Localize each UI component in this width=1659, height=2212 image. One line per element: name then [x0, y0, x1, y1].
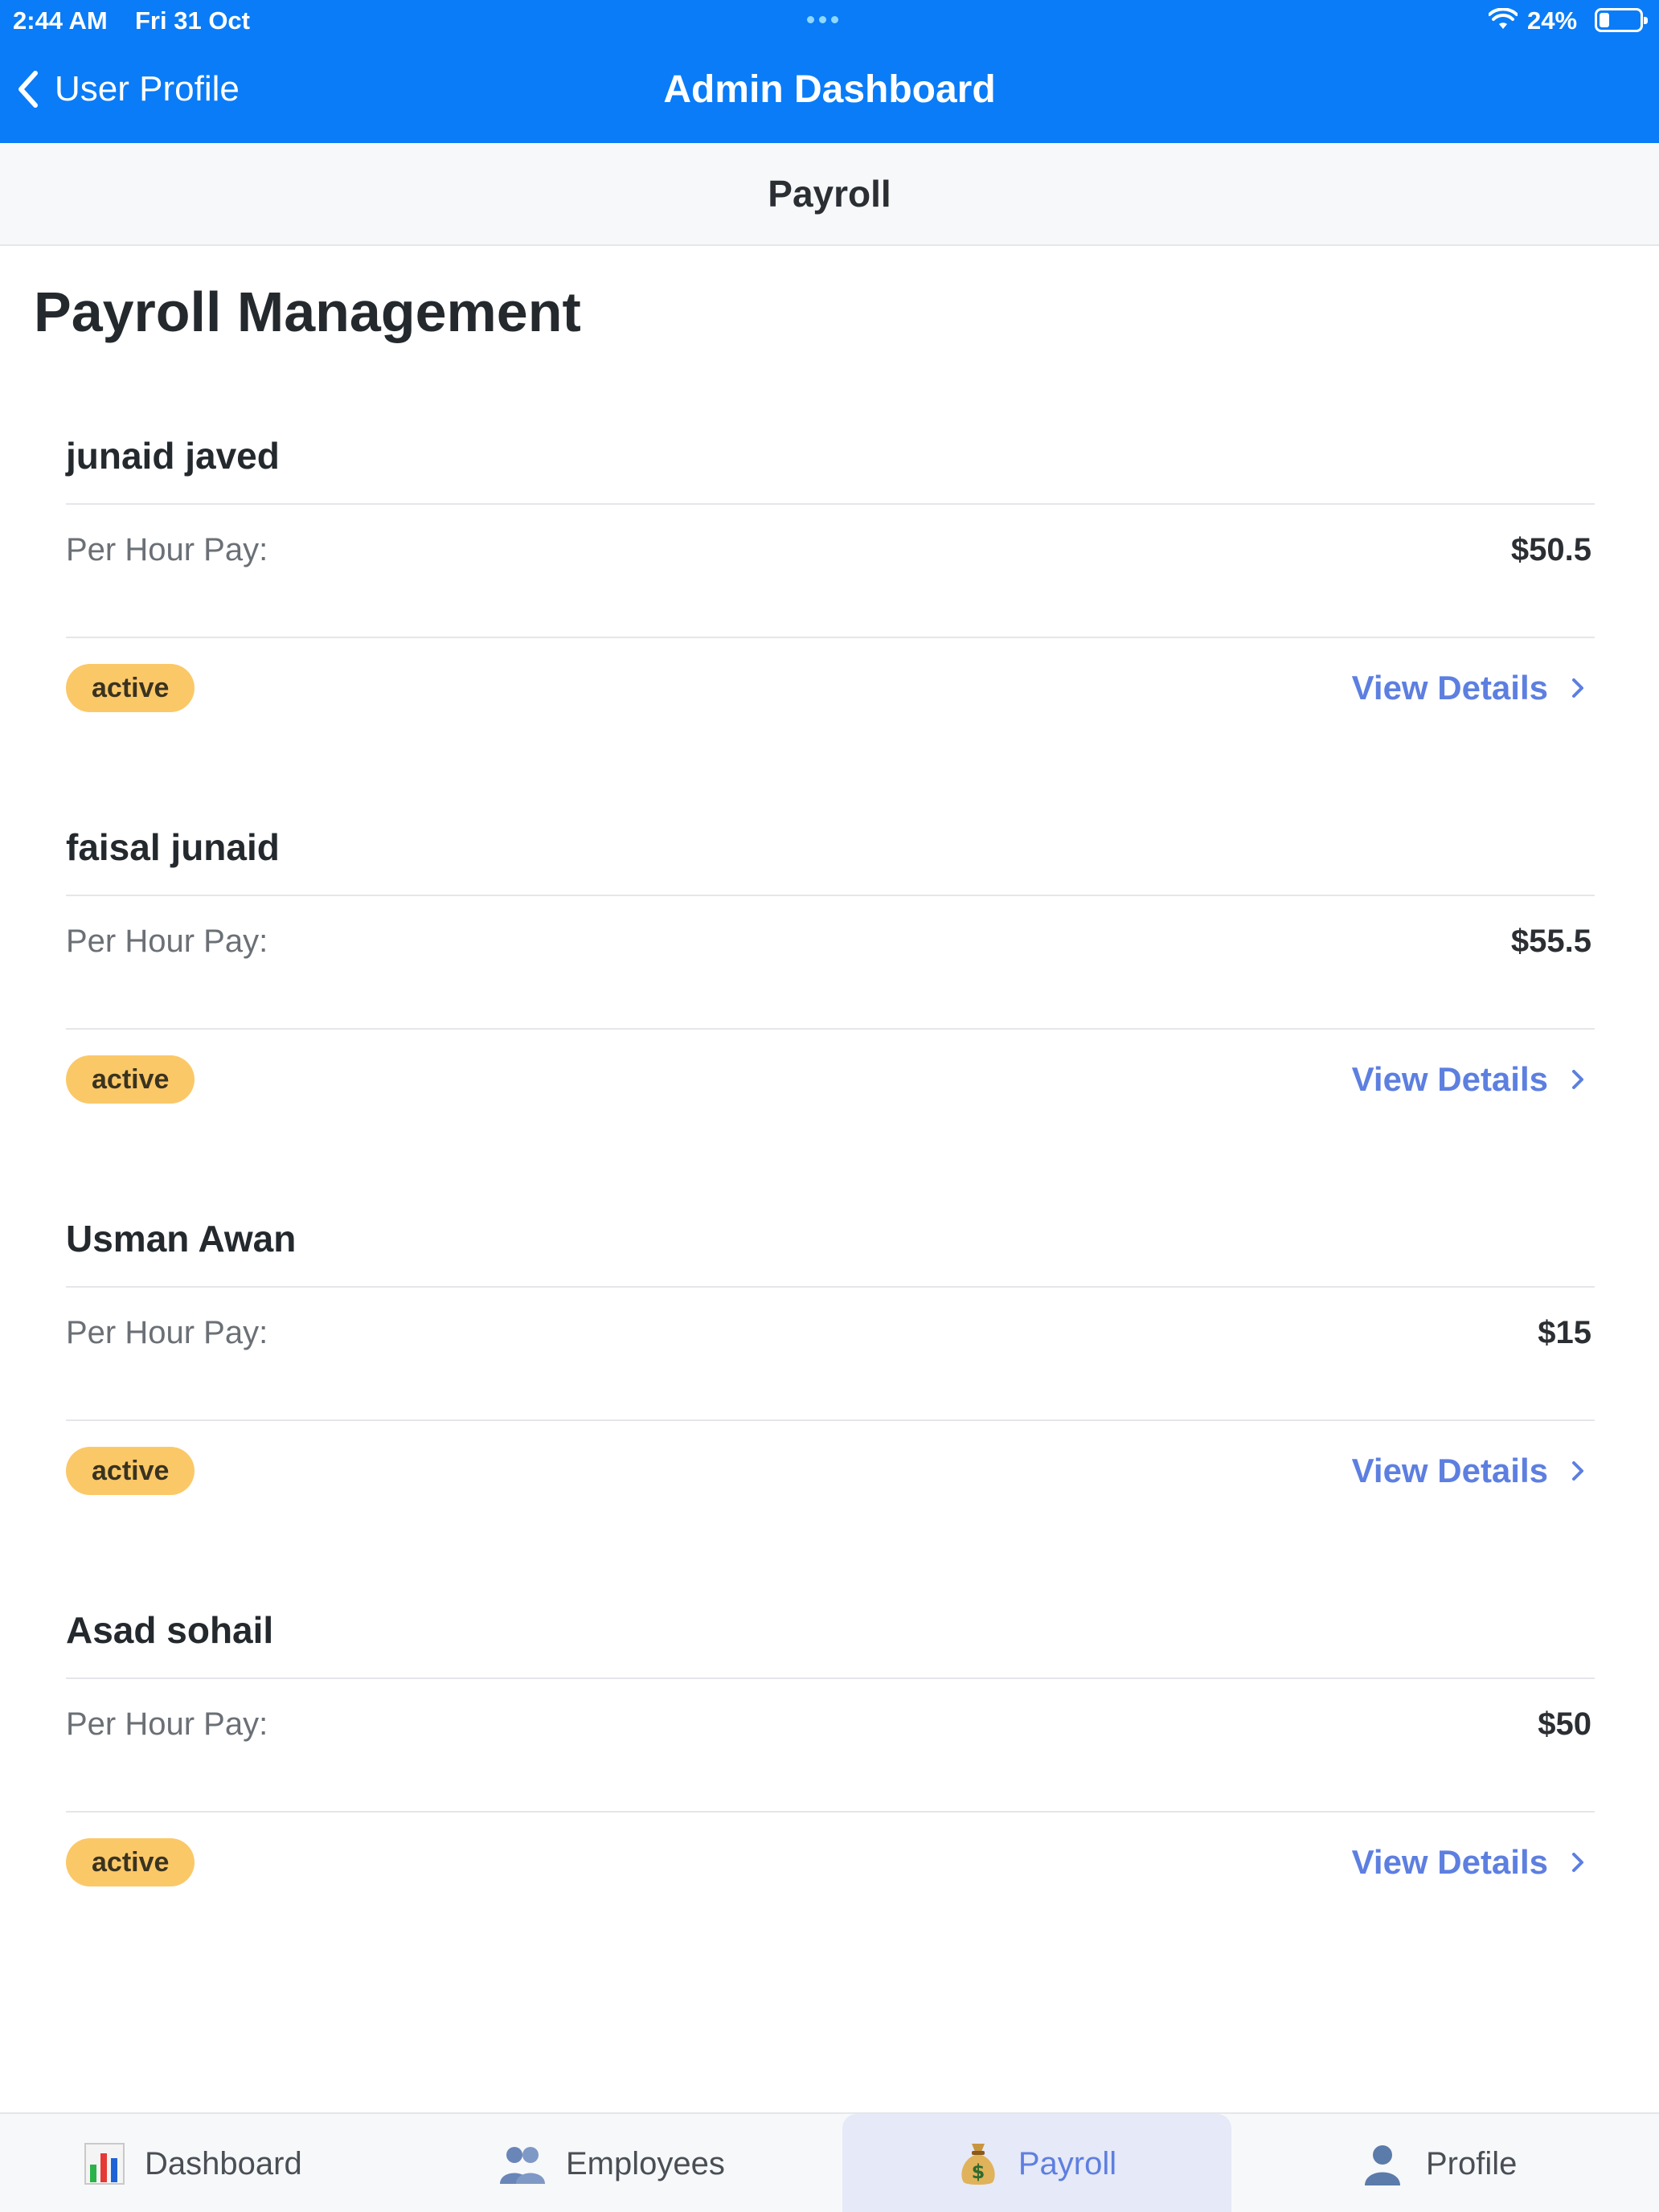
person-icon	[1365, 2145, 1400, 2185]
divider	[66, 895, 1595, 896]
view-details-label: View Details	[1351, 1060, 1548, 1098]
tab-label: Dashboard	[145, 2145, 302, 2181]
view-details-link[interactable]: View Details	[1352, 1452, 1585, 1490]
status-badge: active	[66, 1055, 195, 1104]
tab-label: Payroll	[1018, 2145, 1117, 2181]
section-header: Payroll	[0, 143, 1659, 246]
employee-name: Usman Awan	[66, 1218, 297, 1260]
tab-bar: Dashboard Employees $ Payroll Profile	[0, 2112, 1659, 2212]
pay-value: $55.5	[1510, 924, 1591, 959]
divider	[66, 1677, 1595, 1679]
tab-payroll[interactable]: $ Payroll	[842, 2114, 1231, 2212]
svg-text:$: $	[972, 2161, 985, 2183]
pay-label: Per Hour Pay:	[66, 1706, 268, 1742]
chevron-right-icon	[1572, 1461, 1583, 1481]
page-title: Payroll Management	[34, 281, 581, 343]
chevron-right-icon	[1572, 1070, 1583, 1089]
pay-value: $15	[1538, 1315, 1591, 1350]
divider	[66, 1028, 1595, 1030]
tab-employees[interactable]: Employees	[498, 2114, 725, 2212]
chevron-right-icon	[1572, 678, 1583, 698]
chevron-right-icon	[1572, 1853, 1583, 1872]
money-bag-icon: $	[961, 2144, 995, 2185]
view-details-label: View Details	[1351, 669, 1548, 707]
pay-value: $50	[1538, 1706, 1591, 1742]
employee-name: faisal junaid	[66, 826, 280, 868]
pay-label: Per Hour Pay:	[66, 1315, 268, 1350]
status-bar: 2:44 AM Fri 31 Oct 24%	[0, 0, 1659, 42]
status-badge: active	[66, 1838, 195, 1886]
view-details-link[interactable]: View Details	[1352, 1060, 1585, 1099]
employee-name: junaid javed	[66, 435, 280, 477]
tab-label: Employees	[566, 2145, 725, 2181]
people-icon	[500, 2147, 545, 2184]
divider	[66, 1419, 1595, 1421]
status-time: 2:44 AM	[13, 6, 108, 35]
top-bar: 2:44 AM Fri 31 Oct 24% User Profile Admi…	[0, 0, 1659, 143]
view-details-label: View Details	[1351, 1452, 1548, 1489]
battery-icon	[1595, 8, 1648, 32]
pay-label: Per Hour Pay:	[66, 532, 268, 567]
employee-name: Asad sohail	[66, 1609, 274, 1651]
divider	[66, 503, 1595, 505]
view-details-link[interactable]: View Details	[1352, 669, 1585, 707]
status-date: Fri 31 Oct	[135, 6, 250, 35]
nav-title: Admin Dashboard	[663, 68, 996, 111]
tab-dashboard[interactable]: Dashboard	[84, 2114, 302, 2212]
status-badge: active	[66, 1447, 195, 1495]
divider	[66, 1286, 1595, 1288]
view-details-link[interactable]: View Details	[1352, 1843, 1585, 1882]
wifi-icon	[1489, 8, 1518, 29]
pay-label: Per Hour Pay:	[66, 924, 268, 959]
view-details-label: View Details	[1351, 1843, 1548, 1881]
pay-value: $50.5	[1510, 532, 1591, 567]
navigation-bar: User Profile Admin Dashboard	[0, 61, 1659, 125]
bar-chart-icon	[84, 2143, 125, 2185]
status-badge: active	[66, 664, 195, 712]
battery-percent: 24%	[1527, 6, 1578, 35]
multitasking-dots-icon[interactable]	[807, 16, 838, 23]
tab-profile[interactable]: Profile	[1358, 2114, 1517, 2212]
divider	[66, 1811, 1595, 1813]
tab-label: Profile	[1426, 2145, 1518, 2181]
divider	[66, 637, 1595, 638]
